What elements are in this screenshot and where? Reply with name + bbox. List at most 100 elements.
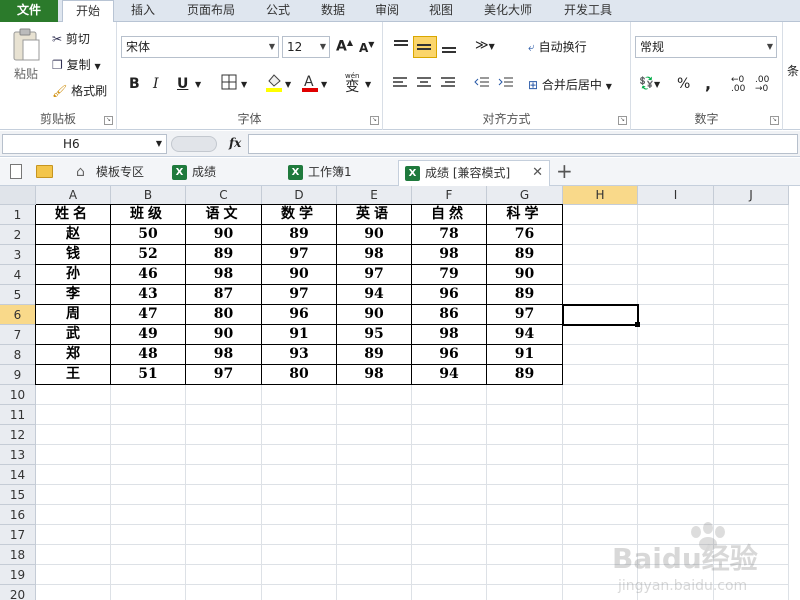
grid-cell[interactable]: [563, 345, 638, 365]
row-header-18[interactable]: 18: [0, 545, 36, 565]
table-cell[interactable]: 94: [487, 325, 563, 345]
grid-cell[interactable]: [638, 285, 714, 305]
table-cell[interactable]: 89: [262, 225, 337, 245]
table-cell[interactable]: 90: [262, 265, 337, 285]
grid-cell[interactable]: [638, 385, 714, 405]
grid-cell[interactable]: [337, 505, 412, 525]
name-box[interactable]: H6 ▼: [2, 134, 167, 154]
fill-handle[interactable]: [635, 322, 640, 327]
copy-button[interactable]: ❐ 复制 ▼: [52, 56, 101, 73]
grow-font-button[interactable]: A▲: [336, 38, 353, 55]
row-header-7[interactable]: 7: [0, 325, 36, 345]
table-cell[interactable]: 97: [337, 265, 412, 285]
grid-cell[interactable]: [412, 425, 487, 445]
table-cell[interactable]: 97: [262, 285, 337, 305]
align-top-button[interactable]: [391, 36, 413, 58]
grid-cell[interactable]: [36, 445, 111, 465]
row-header-3[interactable]: 3: [0, 245, 36, 265]
dialog-launcher-icon[interactable]: ↘: [370, 116, 379, 125]
dialog-launcher-icon[interactable]: ↘: [770, 116, 779, 125]
grid-cell[interactable]: [487, 545, 563, 565]
grid-cell[interactable]: [563, 265, 638, 285]
table-cell[interactable]: 98: [337, 245, 412, 265]
column-header-a[interactable]: A: [36, 186, 111, 205]
grid-cell[interactable]: [36, 385, 111, 405]
grid-cell[interactable]: [638, 345, 714, 365]
percent-button[interactable]: %: [677, 76, 690, 92]
table-cell[interactable]: 91: [262, 325, 337, 345]
grid-cell[interactable]: [186, 425, 262, 445]
align-right-button[interactable]: [439, 74, 461, 95]
tab-beautify[interactable]: 美化大师: [472, 0, 544, 22]
grid-cell[interactable]: [262, 485, 337, 505]
table-cell[interactable]: 98: [337, 365, 412, 385]
table-cell[interactable]: 51: [111, 365, 186, 385]
merge-center-button[interactable]: ⊞ 合并后居中 ▼: [528, 76, 612, 93]
phonetic-button[interactable]: wén 变: [345, 72, 359, 94]
grid-cell[interactable]: [36, 485, 111, 505]
grid-cell[interactable]: [487, 385, 563, 405]
tab-insert[interactable]: 插入: [118, 0, 168, 22]
table-cell[interactable]: 80: [186, 305, 262, 325]
table-header-cell[interactable]: 英语: [337, 205, 412, 225]
grid-cell[interactable]: [638, 265, 714, 285]
table-cell[interactable]: 90: [337, 225, 412, 245]
grid-cell[interactable]: [262, 445, 337, 465]
grid-cell[interactable]: [337, 425, 412, 445]
grid-cell[interactable]: [111, 485, 186, 505]
grid-cell[interactable]: [262, 525, 337, 545]
grid-cell[interactable]: [412, 385, 487, 405]
grid-cell[interactable]: [36, 465, 111, 485]
grid-cell[interactable]: [563, 385, 638, 405]
table-cell[interactable]: 91: [487, 345, 563, 365]
table-header-cell[interactable]: 班级: [111, 205, 186, 225]
grid-cell[interactable]: [487, 585, 563, 600]
grid-cell[interactable]: [714, 245, 789, 265]
grid-cell[interactable]: [487, 505, 563, 525]
table-cell[interactable]: 89: [487, 365, 563, 385]
column-header-h[interactable]: H: [563, 186, 638, 205]
grid-cell[interactable]: [111, 425, 186, 445]
table-cell[interactable]: 43: [111, 285, 186, 305]
table-header-cell[interactable]: 语文: [186, 205, 262, 225]
row-header-15[interactable]: 15: [0, 485, 36, 505]
grid-cell[interactable]: [563, 485, 638, 505]
grid-cell[interactable]: [262, 405, 337, 425]
table-header-cell[interactable]: 数学: [262, 205, 337, 225]
grid-cell[interactable]: [412, 565, 487, 585]
table-cell[interactable]: 79: [412, 265, 487, 285]
table-cell[interactable]: 80: [262, 365, 337, 385]
grid-cell[interactable]: [412, 545, 487, 565]
tab-grades[interactable]: X 成绩: [166, 160, 276, 186]
grid-cell[interactable]: [337, 525, 412, 545]
tab-template-zone[interactable]: ⌂ 模板专区: [70, 160, 160, 186]
table-cell[interactable]: 48: [111, 345, 186, 365]
paste-button[interactable]: 粘贴: [8, 28, 44, 82]
row-header-9[interactable]: 9: [0, 365, 36, 385]
grid-cell[interactable]: [36, 425, 111, 445]
dialog-launcher-icon[interactable]: ↘: [104, 116, 113, 125]
grid-cell[interactable]: [563, 445, 638, 465]
grid-cell[interactable]: [563, 285, 638, 305]
chevron-down-icon[interactable]: ▼: [195, 80, 201, 89]
currency-button[interactable]: 💱▼: [639, 76, 660, 90]
chevron-down-icon[interactable]: ▼: [285, 80, 291, 89]
align-bottom-button[interactable]: [439, 36, 461, 58]
shrink-font-button[interactable]: A▼: [359, 40, 374, 55]
grid-cell[interactable]: [638, 225, 714, 245]
grid-cell[interactable]: [714, 345, 789, 365]
grid-cell[interactable]: [111, 545, 186, 565]
grid-cell[interactable]: [487, 485, 563, 505]
add-tab-button[interactable]: +: [556, 160, 573, 182]
table-cell[interactable]: 98: [186, 345, 262, 365]
folder-icon[interactable]: [36, 165, 53, 178]
decrease-decimal-button[interactable]: .00 →0: [755, 76, 769, 94]
grid-cell[interactable]: [262, 505, 337, 525]
grid-cell[interactable]: [111, 465, 186, 485]
grid-cell[interactable]: [563, 225, 638, 245]
select-all-corner[interactable]: [0, 186, 36, 205]
grid-cell[interactable]: [412, 405, 487, 425]
grid-cell[interactable]: [487, 405, 563, 425]
row-header-1[interactable]: 1: [0, 205, 36, 225]
grid-cell[interactable]: [186, 485, 262, 505]
